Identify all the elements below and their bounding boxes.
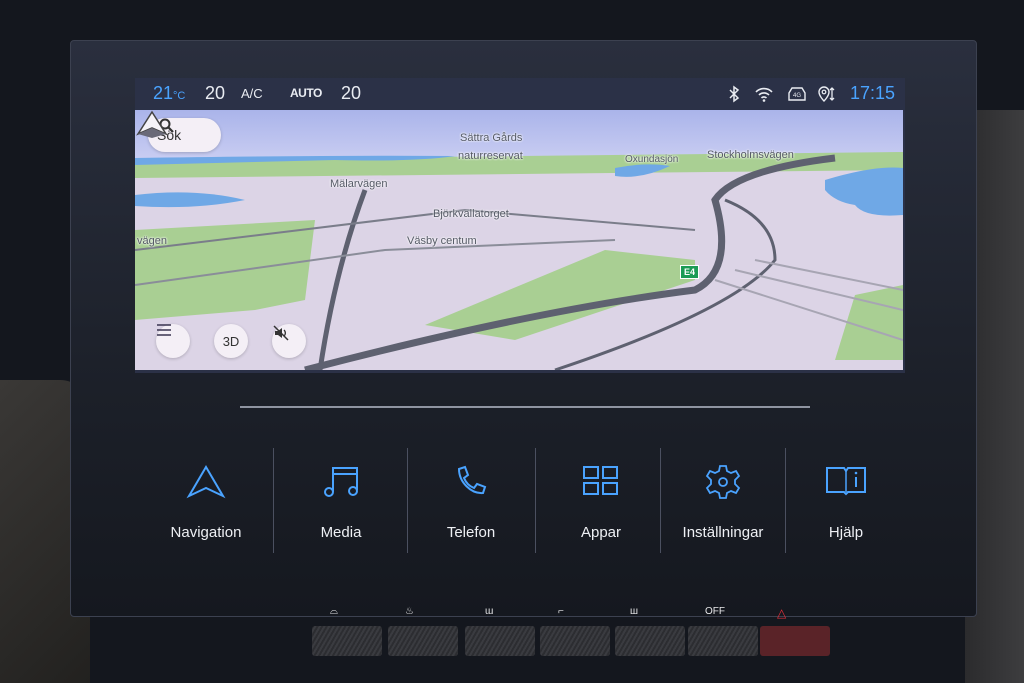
tile-separator (660, 448, 661, 553)
hw-button-front-defrost[interactable] (312, 626, 382, 656)
front-defrost-icon: ⌓ (330, 606, 338, 617)
map-road-malarvagen (317, 189, 368, 370)
road-shield-e4: E4 (680, 265, 700, 279)
wifi-icon (755, 87, 773, 102)
rear-defrost-icon: ⌐ (558, 606, 564, 617)
4g-car-icon: 4G (788, 87, 806, 101)
seat-heat-icon: ♨ (405, 606, 414, 617)
tile-hjalp[interactable]: Hjälp (785, 430, 907, 565)
menu-icon (157, 324, 171, 336)
tile-separator (535, 448, 536, 553)
tile-installningar[interactable]: Inställningar (662, 430, 784, 565)
hardware-button-row: ⌓ ♨ ɯ ⌐ ш OFF △ (300, 602, 840, 662)
temperature-value: 21 (153, 83, 174, 103)
tile-telefon[interactable]: Telefon (410, 430, 532, 565)
map-label: naturreservat (458, 150, 523, 162)
rear-window-heat-icon: ш (630, 606, 639, 617)
svg-text:4G: 4G (793, 93, 801, 99)
tile-navigation[interactable]: Navigation (145, 430, 267, 565)
tile-label: Inställningar (682, 524, 764, 541)
map-label: Sättra Gårds (460, 132, 523, 144)
map-menu-button[interactable] (156, 324, 190, 358)
clock: 17:15 (849, 83, 895, 103)
fan-speed-right[interactable]: 20 (341, 83, 361, 104)
hw-button-climate-off[interactable] (688, 626, 758, 656)
hw-button-rear-defrost[interactable] (540, 626, 610, 656)
map-water-east (825, 167, 903, 216)
map-label: vägen (137, 235, 167, 247)
tile-label: Media (320, 524, 362, 541)
screen-divider (240, 406, 810, 408)
hw-button-seat-heat[interactable] (388, 626, 458, 656)
hw-button-windshield-defrost[interactable] (465, 626, 535, 656)
map-label: Björkvallatorget (433, 208, 509, 220)
fan-speed-left[interactable]: 20 (205, 83, 225, 104)
vehicle-position-arrow-icon (136, 110, 168, 138)
map-label: Mälarvägen (330, 178, 388, 190)
view-mode-3d-button[interactable]: 3D (214, 324, 248, 358)
hw-button-rear-window-heat[interactable] (615, 626, 685, 656)
tile-label: Hjälp (828, 524, 864, 541)
phone-icon (457, 465, 487, 495)
help-book-icon (826, 467, 866, 496)
tile-separator (273, 448, 274, 553)
ac-toggle[interactable]: A/C (241, 86, 263, 101)
tile-separator (407, 448, 408, 553)
windshield-defrost-icon: ɯ (485, 606, 494, 617)
hw-button-hazard[interactable] (760, 626, 830, 656)
tile-label: Appar (580, 524, 622, 541)
sound-muted-icon (273, 325, 289, 341)
apps-grid-icon (583, 466, 618, 495)
home-shortcut-bar: Navigation Media Telefon Appar Inställni… (145, 430, 925, 570)
map-label: Väsby centum (407, 235, 477, 247)
map-label: Stockholmsvägen (707, 149, 794, 161)
navigation-map[interactable]: Sättra Gårds naturreservat Oxundasjön St… (135, 110, 903, 370)
hazard-icon: △ (777, 606, 787, 620)
tile-label: Navigation (170, 524, 242, 541)
bluetooth-icon (729, 85, 740, 103)
location-sync-icon (818, 86, 835, 102)
infotainment-screen: 21°C 20 A/C AUTO 20 4G 17:15 Sättra Gård… (135, 78, 905, 373)
driver-temperature[interactable]: 21°C (153, 83, 185, 104)
map-water-west (135, 192, 245, 208)
tile-label: Telefon (446, 524, 496, 541)
map-label: Oxundasjön (625, 154, 679, 165)
gear-icon (705, 465, 741, 499)
music-note-icon (324, 467, 358, 497)
navigation-arrow-icon (186, 465, 226, 499)
tile-media[interactable]: Media (280, 430, 402, 565)
climate-off-label: OFF (705, 606, 725, 617)
status-bar: 21°C 20 A/C AUTO 20 4G 17:15 (135, 78, 905, 110)
mute-guidance-button[interactable] (272, 324, 306, 358)
auto-climate-toggle[interactable]: AUTO (290, 86, 322, 100)
temperature-unit: °C (173, 90, 186, 102)
tile-appar[interactable]: Appar (540, 430, 662, 565)
